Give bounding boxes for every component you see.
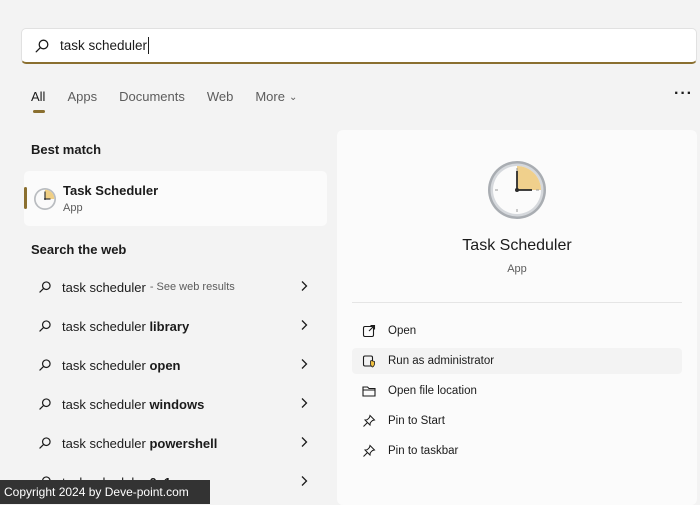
search-input[interactable]: task scheduler xyxy=(60,37,150,54)
search-box[interactable]: task scheduler xyxy=(21,28,697,64)
tab-documents[interactable]: Documents xyxy=(119,89,185,104)
detail-app-type: App xyxy=(507,263,527,275)
web-result-text: task scheduler xyxy=(62,396,150,412)
web-result-item[interactable]: task scheduler open xyxy=(24,347,327,383)
web-result-item[interactable]: task scheduler - See web results xyxy=(24,269,327,305)
chevron-right-icon xyxy=(301,398,308,408)
shield-icon xyxy=(362,354,376,368)
web-result-hint: - See web results xyxy=(149,281,235,293)
web-result-bold: windows xyxy=(149,396,205,412)
filter-tabs: All Apps Documents Web More ⌄ xyxy=(31,89,319,113)
web-result-text: task scheduler xyxy=(62,318,150,334)
web-result-item[interactable]: task scheduler library xyxy=(24,308,327,344)
tab-more[interactable]: More ⌄ xyxy=(255,89,297,104)
web-result-text: task scheduler xyxy=(62,279,146,295)
search-icon xyxy=(38,397,52,411)
search-icon xyxy=(34,38,50,54)
selection-indicator xyxy=(24,187,27,209)
web-result-text: task scheduler xyxy=(62,435,150,451)
web-result-item[interactable]: task scheduler powershell xyxy=(24,425,327,461)
best-match-name: Task Scheduler xyxy=(63,183,159,198)
best-match-item[interactable]: Task Scheduler App xyxy=(24,171,327,226)
best-match-type: App xyxy=(63,202,83,214)
web-result-bold: open xyxy=(149,357,181,373)
web-result-bold: powershell xyxy=(149,435,218,451)
pin-icon xyxy=(362,414,376,428)
web-result-item[interactable]: task scheduler windows xyxy=(24,386,327,422)
pin-to-start-action[interactable]: Pin to Start xyxy=(352,408,682,434)
action-label: Pin to taskbar xyxy=(388,445,459,457)
action-label: Run as administrator xyxy=(388,355,495,367)
chevron-right-icon xyxy=(301,281,308,291)
tab-all[interactable]: All xyxy=(31,89,46,113)
open-action[interactable]: Open xyxy=(352,318,682,344)
open-icon xyxy=(362,324,376,338)
more-options-icon[interactable]: ··· xyxy=(674,85,693,103)
pin-to-taskbar-action[interactable]: Pin to taskbar xyxy=(352,438,682,464)
web-result-bold: library xyxy=(149,318,190,334)
divider xyxy=(352,302,682,303)
search-icon xyxy=(38,358,52,372)
best-match-heading: Best match xyxy=(31,142,102,157)
action-label: Open xyxy=(388,325,417,337)
search-icon xyxy=(38,280,52,294)
search-icon xyxy=(38,436,52,450)
chevron-right-icon xyxy=(301,320,308,330)
tab-apps[interactable]: Apps xyxy=(67,89,97,104)
chevron-right-icon xyxy=(301,437,308,447)
task-scheduler-icon xyxy=(488,161,546,219)
copyright-watermark: Copyright 2024 by Deve-point.com xyxy=(0,480,210,504)
chevron-right-icon xyxy=(301,476,308,486)
search-icon xyxy=(38,319,52,333)
task-scheduler-icon xyxy=(34,187,56,210)
app-detail-pane: Task Scheduler App Open Run as administr… xyxy=(337,130,697,505)
action-label: Open file location xyxy=(388,385,477,397)
search-web-heading: Search the web xyxy=(31,242,127,257)
web-result-text: task scheduler xyxy=(62,357,150,373)
action-label: Pin to Start xyxy=(388,415,445,427)
chevron-down-icon: ⌄ xyxy=(288,92,298,103)
detail-app-name: Task Scheduler xyxy=(462,237,572,254)
pin-icon xyxy=(362,444,376,458)
chevron-right-icon xyxy=(301,359,308,369)
open-file-location-action[interactable]: Open file location xyxy=(352,378,682,404)
folder-icon xyxy=(362,384,376,398)
run-as-admin-action[interactable]: Run as administrator xyxy=(352,348,682,374)
tab-web[interactable]: Web xyxy=(207,89,234,104)
